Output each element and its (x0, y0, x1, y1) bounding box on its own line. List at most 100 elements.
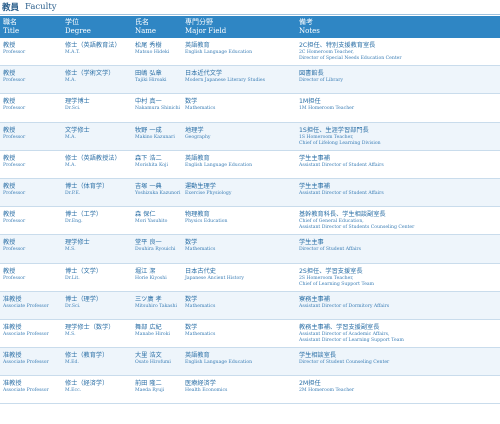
title-cell-title-jp: 教授 (3, 126, 16, 134)
notes-cell: 1M担任 1M Homeroom Teacher (296, 94, 500, 121)
degree-cell: 修士（英語教育法） M.A.T. (62, 38, 132, 65)
name-cell-name-jp: 舞部 広紀 (135, 323, 162, 331)
degree-cell-degree-en: Dr.P.E. (65, 190, 81, 196)
notes-cell: 学生主事 Director of Student Affairs (296, 235, 500, 262)
table-body: 教授 Professor 修士（英語教育法） M.A.T. 松尾 秀樹 Matsuo Hi… (0, 38, 500, 405)
name-cell: 松尾 秀樹 Matsuo Hideki (132, 38, 182, 65)
major-field-cell: 日本近代文学 Modern Japanese Literary Studies (182, 66, 296, 93)
major-field-cell-field-en: Exercise Physiology (185, 190, 232, 196)
notes-cell: 学生主事補 Assistant Director of Student Affai… (296, 179, 500, 206)
header-notes: 備考 Notes (296, 16, 500, 38)
name-cell-name-en: Tajiki Hiroaki (135, 78, 167, 84)
title-cell: 教授 Professor (0, 66, 62, 93)
title-cell-title-jp: 准教授 (3, 323, 22, 331)
name-cell-name-en: Makino Kazunari (135, 134, 175, 140)
title-cell-title-jp: 教授 (3, 154, 16, 162)
notes-cell-notes-en2: Chief of Lifelong Learning Division (299, 140, 381, 146)
notes-cell: 学生相談室長 Director of Student Counseling Cen… (296, 348, 500, 375)
major-field-cell: 数学 Mathematics (182, 320, 296, 347)
notes-cell: 2M担任 2M Homeroom Teacher (296, 376, 500, 403)
degree-cell-degree-jp: 理学修士（数学） (65, 323, 115, 331)
name-cell: 堀江 潔 Horie Kiyoshi (132, 264, 182, 291)
major-field-cell-field-en: Health Economics (185, 388, 228, 394)
notes-cell-notes-jp: 学生相談室長 (299, 352, 337, 360)
major-field-cell: 物理教育 Physics Education (182, 207, 296, 234)
name-cell-name-jp: 牧野 一成 (135, 126, 162, 134)
table-row: 教授 Professor 博士（文学） Dr.Lit. 堀江 潔 Horie Kiyosh… (0, 264, 500, 292)
degree-cell: 修士（学術文学） M.A. (62, 66, 132, 93)
table-row: 教授 Professor 文学修士 M.A. 牧野 一成 Makino Kazunari 地… (0, 122, 500, 151)
degree-cell: 博士（工学） Dr.Eng. (62, 207, 132, 234)
header-title: 職名 Title (0, 16, 62, 38)
degree-cell: 理学博士 Dr.Sci. (62, 94, 132, 121)
title-cell: 教授 Professor (0, 235, 62, 262)
degree-cell-degree-en: Dr.Eng. (65, 219, 83, 225)
header-notes-en: Notes (299, 27, 320, 35)
notes-cell-notes-jp: 基幹教育科長、学生相談副室長 (299, 211, 386, 219)
notes-cell-notes-jp: 1S担任、生涯学習部門長 (299, 126, 369, 134)
degree-cell: 修士（教育学） M.Ed. (62, 348, 132, 375)
header-notes-jp: 備考 (299, 18, 313, 26)
major-field-cell: 英語教育 English Language Education (182, 151, 296, 178)
table-row: 准教授 Associate Professor 理学修士（数学） M.S. 舞部 広紀 M… (0, 320, 500, 349)
name-cell-name-jp: 森下 浩二 (135, 154, 162, 162)
degree-cell-degree-en: Dr.Sci. (65, 106, 81, 112)
degree-cell-degree-jp: 修士（英語教授法） (65, 154, 121, 162)
major-field-cell: 地理学 Geography (182, 123, 296, 150)
notes-cell-notes-en2: Assistant Director of Students Counselin… (299, 225, 415, 231)
title-cell-title-en: Professor (3, 50, 26, 55)
notes-cell-notes-en1: Director of Student Counseling Center (299, 360, 390, 366)
notes-cell-notes-jp: 2S担任、学習支援室長 (299, 267, 363, 275)
notes-cell-notes-jp: 図書館長 (299, 70, 324, 78)
major-field-cell: 数学 Mathematics (182, 292, 296, 319)
major-field-cell-field-en: Mathematics (185, 303, 216, 309)
table-row: 教授 Professor 博士（体育学） Dr.P.E. 吉塚 一典 Yoshizuka … (0, 178, 500, 208)
table-row: 教授 Professor 修士（英語教育法） M.A.T. 松尾 秀樹 Matsuo Hi… (0, 38, 500, 67)
name-cell: 中村 真一 Nakamura Shinichi (132, 94, 182, 121)
notes-cell-notes-en1: Assistant Director of Dormitory Affairs (299, 303, 390, 309)
header-degree-jp: 学位 (65, 18, 79, 26)
name-cell-name-jp: 堀江 潔 (135, 267, 156, 275)
title-cell-title-en: Associate Professor (3, 360, 49, 366)
name-cell-name-en: Osato Hirofumi (135, 360, 171, 366)
major-field-cell: 数学 Mathematics (182, 94, 296, 121)
title-cell-title-en: Associate Professor (3, 388, 49, 394)
major-field-cell: 数学 Mathematics (182, 235, 296, 262)
title-cell-title-en: Professor (3, 275, 26, 281)
major-field-cell-field-en: Mathematics (185, 106, 216, 112)
name-cell: 堂平 良一 Douhira Ryouichi (132, 235, 182, 262)
notes-cell: 教務主事補、学習支援副室長 Assistant Director of Acade… (296, 320, 500, 347)
name-cell-name-en: Yoshizuka Kazunori (135, 190, 181, 196)
major-field-cell: 運動生理学 Exercise Physiology (182, 179, 296, 206)
degree-cell-degree-jp: 博士（理学） (65, 295, 103, 303)
name-cell: 大里 浩文 Osato Hirofumi (132, 348, 182, 375)
major-field-cell-field-jp: 日本古代史 (185, 267, 216, 275)
notes-cell-notes-jp: 学生主事補 (299, 154, 330, 162)
notes-cell-notes-jp: 寮務主事補 (299, 295, 330, 303)
name-cell: 吉塚 一典 Yoshizuka Kazunori (132, 179, 182, 206)
title-cell: 教授 Professor (0, 123, 62, 150)
page-title: 教員 Faculty (0, 0, 500, 14)
name-cell-name-jp: 大里 浩文 (135, 352, 162, 360)
name-cell-name-en: Horie Kiyoshi (135, 275, 167, 281)
notes-cell-notes-en2: Director of Special Needs Education Cent… (299, 56, 402, 61)
header-field-en: Major Field (185, 27, 227, 35)
title-cell: 教授 Professor (0, 264, 62, 291)
title-cell: 教授 Professor (0, 94, 62, 121)
table-row: 教授 Professor 理学博士 Dr.Sci. 中村 真一 Nakamura Shin… (0, 94, 500, 123)
notes-cell: 学生主事補 Assistant Director of Student Affai… (296, 151, 500, 178)
title-cell-title-jp: 教授 (3, 182, 16, 190)
major-field-cell-field-jp: 運動生理学 (185, 182, 216, 190)
notes-cell: 2C担任、特別支援教育室長 2C Homeroom Teacher, Directo… (296, 38, 500, 65)
degree-cell: 修士（英語教授法） M.A. (62, 151, 132, 178)
degree-cell-degree-en: M.S. (65, 247, 76, 253)
header-degree: 学位 Degree (62, 16, 132, 38)
title-cell: 准教授 Associate Professor (0, 376, 62, 403)
title-cell-title-en: Associate Professor (3, 331, 49, 337)
major-field-cell-field-en: Mathematics (185, 331, 216, 337)
degree-cell-degree-en: M.A. (65, 134, 76, 140)
name-cell: 三ツ廣 孝 Mitsuhiro Takashi (132, 292, 182, 319)
page-title-en: Faculty (25, 2, 57, 12)
notes-cell-notes-jp: 教務主事補、学習支援副室長 (299, 323, 380, 331)
notes-cell-notes-en1: 2M Homeroom Teacher (299, 388, 355, 394)
